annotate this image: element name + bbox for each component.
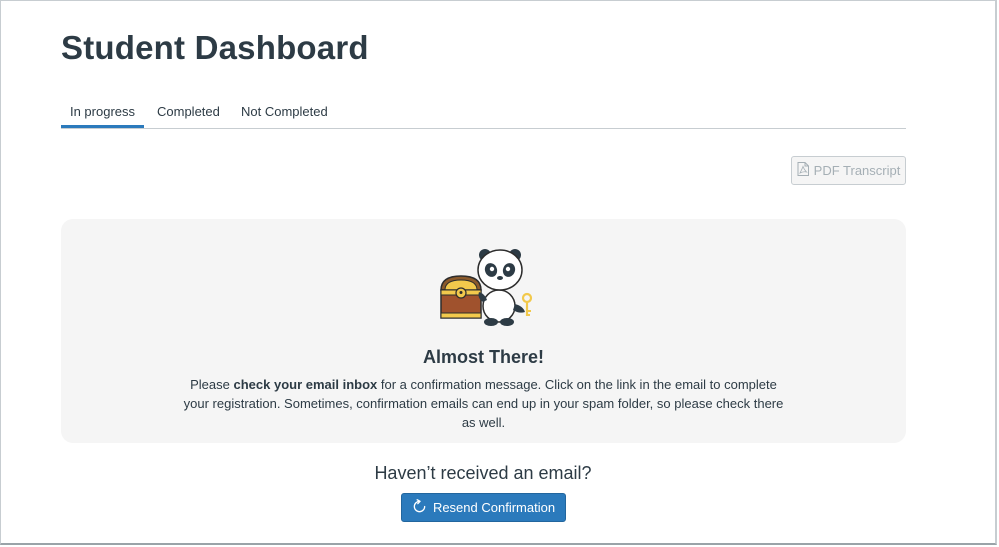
- tab-not-completed[interactable]: Not Completed: [241, 98, 328, 128]
- notice-text-before: Please: [190, 377, 234, 392]
- pdf-file-icon: [797, 162, 809, 179]
- tab-in-progress[interactable]: In progress: [61, 98, 144, 128]
- resend-confirmation-button[interactable]: Resend Confirmation: [401, 493, 566, 522]
- notice-message: Please check your email inbox for a conf…: [181, 375, 786, 432]
- panda-mascot-illustration: [440, 249, 533, 326]
- tab-bar: In progress Completed Not Completed: [61, 98, 906, 129]
- page-title: Student Dashboard: [61, 29, 369, 66]
- resend-button-label: Resend Confirmation: [432, 500, 556, 515]
- pdf-transcript-button[interactable]: PDF Transcript: [791, 156, 906, 185]
- notice-text-bold: check your email inbox: [233, 377, 378, 392]
- refresh-icon: [412, 498, 427, 517]
- notice-heading: Almost There!: [422, 347, 545, 367]
- pdf-transcript-label: PDF Transcript: [813, 163, 901, 178]
- resend-heading: Haven’t received an email?: [374, 463, 592, 483]
- confirmation-notice-panel: Almost There! Please check your email in…: [61, 219, 906, 443]
- tab-completed[interactable]: Completed: [157, 98, 220, 128]
